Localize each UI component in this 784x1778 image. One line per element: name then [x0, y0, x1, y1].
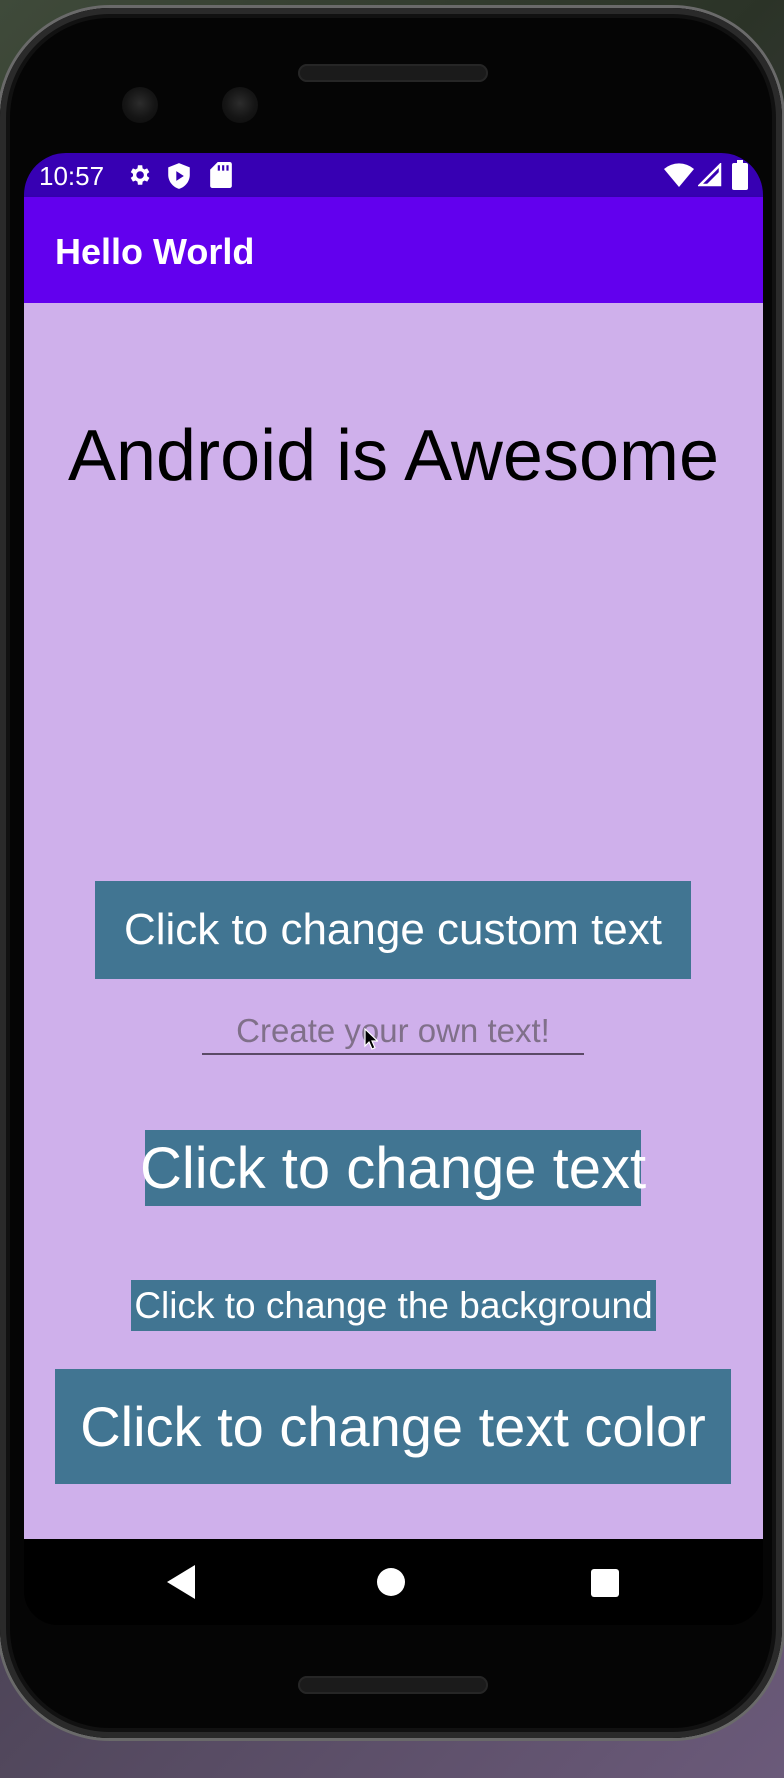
home-icon[interactable] [376, 1567, 406, 1602]
phone-frame: 10:57 Hello World Android is Awesome Cli… [0, 8, 782, 1738]
cell-signal-icon [696, 161, 722, 192]
custom-text-input[interactable] [202, 1009, 584, 1053]
back-icon[interactable] [165, 1565, 197, 1604]
wifi-icon [664, 163, 694, 192]
status-time: 10:57 [39, 161, 105, 191]
change-background-button[interactable]: Click to change the background [131, 1280, 656, 1331]
custom-text-field[interactable] [202, 1009, 584, 1055]
recents-icon[interactable] [591, 1569, 619, 1602]
bottom-speaker [298, 1676, 488, 1694]
mouse-pointer-icon [364, 1027, 379, 1055]
sd-card-icon [210, 162, 232, 193]
front-camera-right [222, 87, 258, 123]
device-screen: 10:57 Hello World Android is Awesome Cli… [24, 153, 763, 1625]
app-title: Hello World [55, 231, 255, 272]
change-text-color-button[interactable]: Click to change text color [55, 1369, 731, 1484]
gear-icon [126, 162, 152, 193]
shield-play-icon [166, 162, 192, 195]
earpiece-speaker [298, 64, 488, 82]
change-custom-text-button[interactable]: Click to change custom text [95, 881, 691, 979]
app-bar: Hello World [24, 197, 763, 303]
status-bar: 10:57 [24, 153, 763, 197]
main-content: Android is Awesome Click to change custo… [24, 303, 763, 1539]
navigation-bar [24, 1539, 763, 1625]
battery-icon [732, 160, 748, 195]
change-text-button[interactable]: Click to change text [140, 1130, 646, 1206]
headline-text: Android is Awesome [67, 416, 720, 496]
front-camera-left [122, 87, 158, 123]
